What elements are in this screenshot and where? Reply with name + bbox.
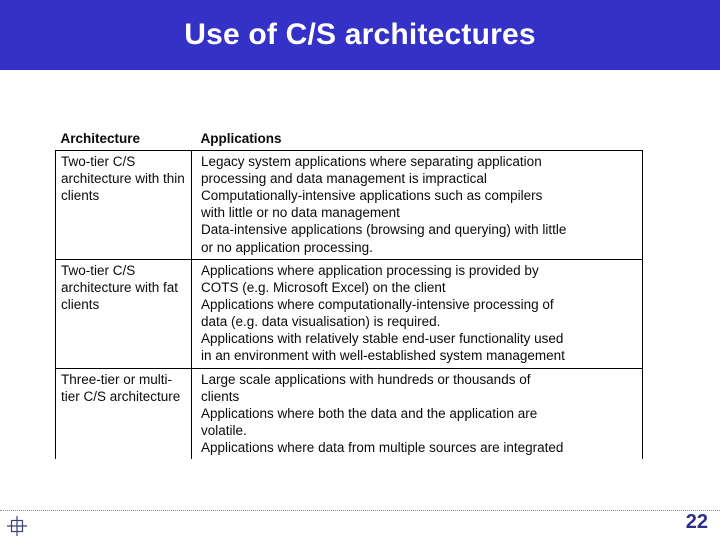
cell-architecture: Two-tier C/S architecture with thin clie… [55, 150, 192, 260]
architecture-label: Three-tier or multi-tier C/S architectur… [61, 371, 181, 404]
application-line: volatile. [201, 423, 247, 439]
application-line: or no application processing. [201, 239, 373, 255]
application-line: Applications where application processin… [201, 262, 539, 278]
slide-title-banner: Use of C/S architectures [0, 0, 720, 70]
architecture-applications-table: Architecture Applications Two-tier C/S a… [55, 131, 643, 460]
page-number: 22 [685, 511, 708, 533]
column-header-architecture: Architecture [55, 131, 192, 151]
application-line: COTS (e.g. Microsoft Excel) on the clien… [201, 279, 446, 295]
application-line: Large scale applications with hundreds o… [201, 371, 531, 387]
application-line: Legacy system applications where separat… [201, 153, 542, 169]
cell-applications: Legacy system applications where separat… [191, 150, 643, 260]
architecture-label: Two-tier C/S architecture with thin clie… [61, 153, 185, 204]
table-header-row: Architecture Applications [55, 131, 643, 151]
application-line: Applications where both the data and the… [201, 405, 538, 421]
application-line: Data-intensive applications (browsing an… [201, 222, 567, 238]
application-line: Computationally-intensive applications s… [201, 188, 543, 204]
application-line: Applications where computationally-inten… [201, 297, 554, 313]
table-row: Two-tier C/S architecture with thin clie… [55, 150, 643, 260]
architecture-label: Two-tier C/S architecture with fat clien… [61, 262, 179, 313]
application-line: in an environment with well-established … [201, 348, 565, 364]
application-line: data (e.g. data visualisation) is requir… [201, 314, 441, 330]
architecture-applications-table-container: Architecture Applications Two-tier C/S a… [55, 131, 643, 460]
slide-title: Use of C/S architectures [184, 18, 536, 51]
column-header-applications: Applications [191, 131, 643, 151]
table-header: Architecture Applications [55, 131, 643, 151]
cell-applications: Large scale applications with hundreds o… [191, 368, 643, 460]
application-line: Applications where data from multiple so… [201, 440, 564, 456]
application-line: clients [201, 388, 240, 404]
cell-architecture: Three-tier or multi-tier C/S architectur… [55, 368, 192, 460]
application-line: processing and data management is imprac… [201, 171, 487, 187]
cell-architecture: Two-tier C/S architecture with fat clien… [55, 259, 192, 369]
application-line: Applications with relatively stable end-… [201, 331, 564, 347]
table-body: Two-tier C/S architecture with thin clie… [55, 150, 643, 460]
table-row: Three-tier or multi-tier C/S architectur… [55, 368, 643, 460]
application-line: with little or no data management [201, 205, 400, 221]
cell-applications: Applications where application processin… [191, 259, 643, 369]
footer-divider [0, 510, 720, 511]
table-row: Two-tier C/S architecture with fat clien… [55, 259, 643, 369]
registration-mark-icon [6, 515, 28, 537]
